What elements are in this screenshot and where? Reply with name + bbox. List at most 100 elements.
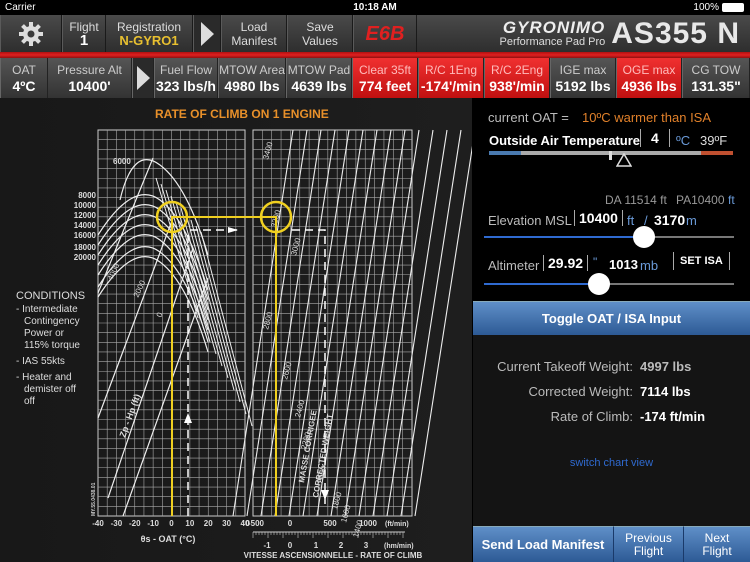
rate-of-climb-value: -174 ft/min [640,409,706,424]
info-oge-max[interactable]: OGE max 4936 lbs [616,58,682,98]
battery-percent: 100% [693,2,719,13]
altitude-label: 14000 [74,221,97,230]
altimeter-unit: " [593,255,598,269]
oat-scale[interactable] [489,151,733,160]
slider-knob[interactable] [588,273,610,295]
isa-marker [609,151,612,160]
oat-tick-label: -20 [129,519,141,528]
info-mtow-pad[interactable]: MTOW Pad 4639 lbs [286,58,352,98]
altimeter-value: 29.92 [543,255,589,271]
oat-tick-label: 20 [204,519,213,528]
previous-line1: Previous [625,530,672,545]
altimeter-input[interactable]: 29.92 [543,255,589,271]
corrected-weight-value: 7114 lbs [640,384,691,399]
info-value: 10400' [68,78,111,94]
info-arrow-button[interactable] [132,58,154,98]
info-label: Clear 35ft [358,63,412,77]
roc-hm-unit: (hm/min) [384,543,414,550]
roc-ft-tick-label: -500 [248,519,265,528]
status-bar: Carrier 10:18 AM 100% [0,0,750,15]
set-isa-label: SET ISA [673,252,730,270]
info-pressure-alt[interactable]: Pressure Alt 10400' [48,58,132,98]
oat-tick-label: 30 [222,519,231,528]
oat-pointer-triangle-icon[interactable] [616,153,632,167]
info-value: 5192 lbs [555,78,611,94]
info-rc-2eng[interactable]: R/C 2Eng 938'/min [484,58,550,98]
altitude-label: 20000 [74,253,97,262]
roc-axis-label: VITESSE ASCENSIONNELLE - RATE OF CLIMB [244,551,423,560]
altimeter-slider[interactable] [484,273,734,295]
document-reference: MY.55.0438.01 [91,482,97,516]
roc-nomogram: 6000800010000120001400016000180002000040… [74,129,472,560]
weight-label: 3000 [289,236,302,256]
e6b-logo: E6B [365,22,405,45]
roc-ft-unit: (ft/min) [385,521,409,528]
roc-hm-tick-label: 0 [288,541,293,550]
hp-label: 4000 [106,261,122,281]
top-toolbar: Flight 1 Registration N-GYRO1 Load Manif… [0,15,750,52]
altimeter-label: Altimeter [488,258,540,273]
oat-fahrenheit: 39ºF [700,133,728,148]
info-value: 4936 lbs [621,78,677,94]
oat-status-value: 10ºC warmer than ISA [582,110,712,125]
weight-label: 3400 [261,140,274,160]
roc-ft-tick-label: 1000 [359,519,377,528]
pressure-altitude: PA10400 [676,193,725,207]
elevation-input[interactable]: 10400 [574,210,623,226]
save-values-button[interactable]: Save Values [287,15,353,52]
performance-chart-area: RATE OF CLIMB ON 1 ENGINE CONDITIONS - I… [0,98,472,562]
oat-status-label: current OAT = [488,110,569,125]
brand-logo: GYRONIMO Performance Pad Pro AS355 N [499,15,740,52]
weight-label: 2600 [280,360,293,380]
altimeter-mb: 1013 [609,257,638,272]
info-label: MTOW Area [219,63,285,77]
info-rc-1eng[interactable]: R/C 1Eng -174'/min [418,58,484,98]
info-label: MTOW Pad [287,63,351,77]
registration-field[interactable]: Registration N-GYRO1 [106,15,193,52]
oat-scale-hot [701,151,733,155]
info-ige-max[interactable]: IGE max 5192 lbs [550,58,616,98]
info-value: 4ºC [12,78,36,94]
next-flight-button[interactable]: Next Flight [684,526,750,562]
flight-selector[interactable]: Flight 1 [62,15,106,52]
hp-label: 2000 [132,278,148,298]
elevation-value: 10400 [574,210,623,226]
altitude-label: 10000 [74,201,97,210]
oat-scale-cold [489,151,521,155]
oat-tick-label: 0 [169,519,174,528]
hp-label: 0 [155,311,165,319]
brand-subtitle: Performance Pad Pro [499,36,606,48]
oat-value: 4 [640,129,670,147]
info-fuel-flow[interactable]: Fuel Flow 323 lbs/h [154,58,218,98]
info-mtow-area[interactable]: MTOW Area 4980 lbs [218,58,286,98]
previous-flight-button[interactable]: Previous Flight [614,526,684,562]
info-clear-35ft[interactable]: Clear 35ft 774 feet [352,58,418,98]
takeoff-weight-value: 4997 lbs [640,359,692,374]
info-label: Pressure Alt [57,63,122,77]
oat-unit: ºC [676,133,691,148]
roc-hm-tick-label: -1 [263,541,271,550]
send-load-manifest-button[interactable]: Send Load Manifest [473,526,614,562]
aircraft-model: AS355 N [611,16,740,50]
play-arrow-icon [200,21,214,46]
e6b-button[interactable]: E6B [353,15,417,52]
previous-line2: Flight [633,543,664,558]
next-arrow-button[interactable] [193,15,221,52]
altitude-label: 18000 [74,243,97,252]
settings-button[interactable] [0,15,62,52]
info-cg-tow[interactable]: CG TOW 131.35" [682,58,750,98]
oat-input[interactable]: 4 [640,129,670,147]
takeoff-weight-label: Current Takeoff Weight: [497,359,633,374]
info-value: 774 feet [358,78,412,94]
elevation-slider[interactable] [484,226,734,248]
slider-knob[interactable] [633,226,655,248]
info-value: 131.35" [691,78,741,94]
flight-number: 1 [79,31,89,49]
toggle-oat-isa-button[interactable]: Toggle OAT / ISA Input [473,301,750,335]
set-isa-button[interactable]: SET ISA [673,252,730,270]
clock: 10:18 AM [353,2,397,13]
switch-chart-view-link[interactable]: switch chart view [473,457,750,469]
load-manifest-button[interactable]: Load Manifest [221,15,287,52]
info-oat[interactable]: OAT 4ºC [0,58,48,98]
info-value: 4980 lbs [224,78,280,94]
